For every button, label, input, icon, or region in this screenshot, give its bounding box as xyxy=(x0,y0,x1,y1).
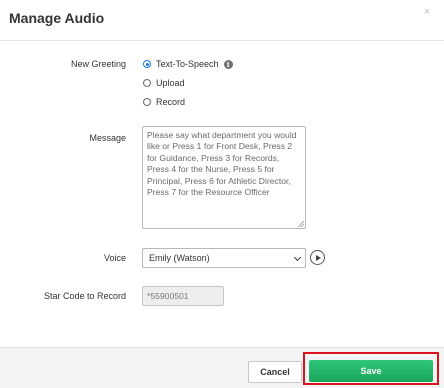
voice-label: Voice xyxy=(103,253,126,263)
radio-option-record[interactable]: Record xyxy=(143,95,185,109)
message-text: Please say what department you would lik… xyxy=(147,130,297,198)
voice-select[interactable]: Emily (Watson) xyxy=(142,248,306,268)
cancel-button[interactable]: Cancel xyxy=(248,361,302,383)
text-to-speech-label[interactable]: Text-To-Speech xyxy=(156,59,219,69)
radio-option-upload[interactable]: Upload xyxy=(143,76,185,90)
dialog-header: Manage Audio × xyxy=(0,0,444,41)
save-button[interactable]: Save xyxy=(309,360,433,382)
message-label: Message xyxy=(89,133,126,143)
upload-label[interactable]: Upload xyxy=(156,78,185,88)
star-code-field: *55900501 xyxy=(142,286,224,306)
upload-radio[interactable] xyxy=(143,79,151,87)
close-icon[interactable]: × xyxy=(422,7,432,18)
star-code-label: Star Code to Record xyxy=(43,291,126,301)
text-to-speech-radio[interactable] xyxy=(143,60,151,68)
message-textarea[interactable]: Please say what department you would lik… xyxy=(142,126,306,229)
dialog-footer: Cancel Save xyxy=(0,347,444,388)
resize-grip-icon[interactable] xyxy=(298,221,304,227)
new-greeting-label: New Greeting xyxy=(70,59,126,69)
voice-selected-value: Emily (Watson) xyxy=(149,253,210,263)
info-icon[interactable]: i xyxy=(223,59,233,69)
dialog-title: Manage Audio xyxy=(9,10,105,26)
record-radio[interactable] xyxy=(143,98,151,106)
chevron-down-icon xyxy=(293,253,302,262)
play-icon[interactable] xyxy=(310,250,325,265)
radio-option-text-to-speech[interactable]: Text-To-Speech i xyxy=(143,57,233,71)
record-label[interactable]: Record xyxy=(156,97,185,107)
manage-audio-dialog: Manage Audio × New Greeting Text-To-Spee… xyxy=(0,0,444,388)
